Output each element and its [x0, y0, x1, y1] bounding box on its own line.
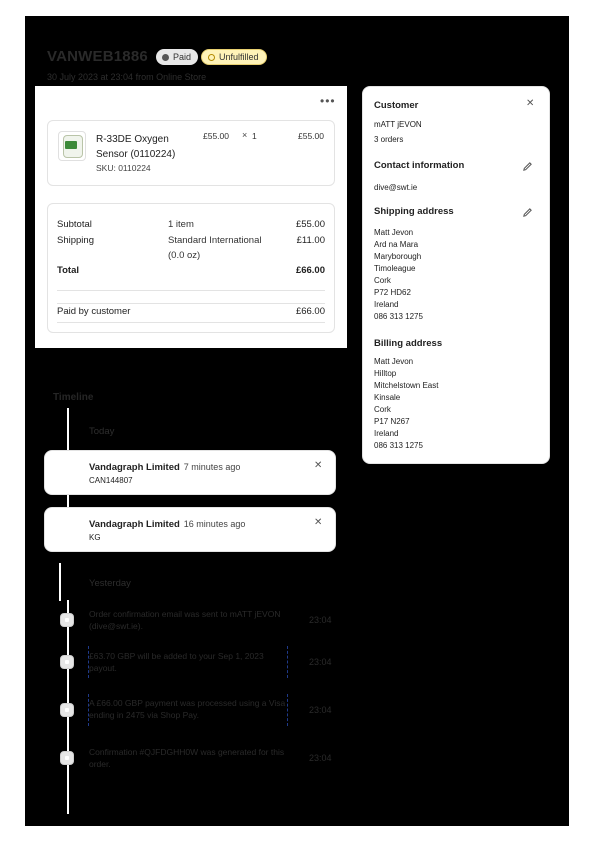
event-marker-icon: [60, 655, 74, 669]
timeline-heading: Timeline: [53, 392, 94, 403]
event-time: 23:04: [309, 753, 332, 763]
timeline-event: £63.70 GBP will be added to your Sep 1, …: [89, 651, 264, 673]
shipping-address-heading: Shipping address: [374, 206, 454, 217]
total-value: £66.00: [295, 265, 325, 276]
order-card: ••• R-33DE Oxygen Sensor (0110224) SKU: …: [35, 86, 347, 348]
unfulfilled-dot-icon: [208, 53, 215, 61]
timeline-line: [59, 563, 61, 601]
subtotal-items: 1 item: [168, 219, 194, 230]
order-number: VANWEB1886: [47, 48, 148, 65]
more-actions-icon[interactable]: •••: [320, 94, 336, 108]
billing-address-heading: Billing address: [374, 338, 443, 349]
product-sku: SKU: 0110224: [96, 163, 151, 173]
times-sign: ×: [242, 130, 248, 140]
order-date-line: 30 July 2023 at 23:04 from Online Store: [47, 72, 206, 82]
event-time: 23:04: [309, 705, 332, 715]
subtotal-value: £55.00: [295, 219, 325, 230]
customer-name-link[interactable]: mATT jEVON: [374, 120, 422, 129]
paid-badge: Paid: [156, 49, 199, 65]
note-time: 7 minutes ago: [183, 462, 241, 472]
contact-heading: Contact information: [374, 160, 465, 171]
delete-note-icon[interactable]: ✕: [314, 460, 322, 471]
timeline-yesterday-label: Yesterday: [89, 578, 131, 589]
billing-address: Matt Jevon Hilltop Mitchelstown East Kin…: [374, 357, 439, 450]
edit-contact-icon[interactable]: [517, 156, 537, 176]
note-message: KG: [89, 533, 101, 542]
timeline-event: Confirmation #QJFDGHH0W was generated fo…: [89, 747, 285, 769]
product-name-link[interactable]: R-33DE Oxygen Sensor (0110224): [96, 132, 196, 162]
subtotal-label: Subtotal: [57, 219, 92, 230]
timeline-today-label: Today: [89, 426, 115, 437]
paid-dot-icon: [162, 53, 169, 61]
timeline-note: Vandagraph Limited 16 minutes ago KG ✕: [44, 507, 336, 552]
shipping-weight: (0.0 oz): [168, 250, 201, 261]
paid-by-customer-value: £66.00: [295, 306, 325, 317]
event-marker-icon: [60, 613, 74, 627]
total-label: Total: [57, 265, 79, 276]
event-marker-icon: [60, 703, 74, 717]
order-source: from Online Store: [135, 72, 207, 82]
customer-heading: Customer: [374, 100, 419, 111]
order-date: 30 July 2023 at 23:04: [47, 72, 134, 82]
line-item: R-33DE Oxygen Sensor (0110224) SKU: 0110…: [47, 120, 335, 186]
unit-price: £55.00: [203, 131, 229, 141]
edit-shipping-icon[interactable]: [517, 202, 537, 222]
divider: [57, 322, 325, 323]
quantity: 1: [252, 131, 257, 141]
shipping-method: Standard International: [168, 235, 262, 246]
timeline-event: A £66.00 GBP payment was processed using…: [89, 698, 286, 720]
shipping-label: Shipping: [57, 235, 94, 246]
divider: [57, 290, 325, 291]
timeline-note: Vandagraph Limited 7 minutes ago CAN14480…: [44, 450, 336, 495]
note-author: Vandagraph Limited 16 minutes ago: [89, 519, 246, 530]
delete-note-icon[interactable]: ✕: [314, 517, 322, 528]
shipping-value: £11.00: [296, 235, 325, 246]
event-time: 23:04: [309, 657, 332, 667]
paid-by-customer-label: Paid by customer: [57, 306, 131, 317]
divider: [57, 303, 325, 304]
customer-orders-link[interactable]: 3 orders: [374, 135, 403, 144]
timeline-event: Order confirmation email was sent to mAT…: [89, 609, 281, 631]
product-thumbnail: [58, 131, 86, 161]
shipping-address: Matt Jevon Ard na Mara Maryborough Timol…: [374, 228, 423, 321]
note-message: CAN144807: [89, 476, 133, 485]
note-author: Vandagraph Limited 7 minutes ago: [89, 462, 241, 473]
event-time: 23:04: [309, 615, 332, 625]
line-total: £55.00: [298, 131, 324, 141]
unfulfilled-badge: Unfulfilled: [201, 49, 267, 65]
payment-summary: Subtotal 1 item £55.00 Shipping Standard…: [47, 203, 335, 333]
customer-card: Customer ✕ mATT jEVON 3 orders Contact i…: [362, 86, 550, 464]
customer-email-link[interactable]: dive@swt.ie: [374, 183, 417, 192]
note-time: 16 minutes ago: [183, 519, 246, 529]
close-icon[interactable]: ✕: [526, 98, 534, 109]
event-marker-icon: [60, 751, 74, 765]
